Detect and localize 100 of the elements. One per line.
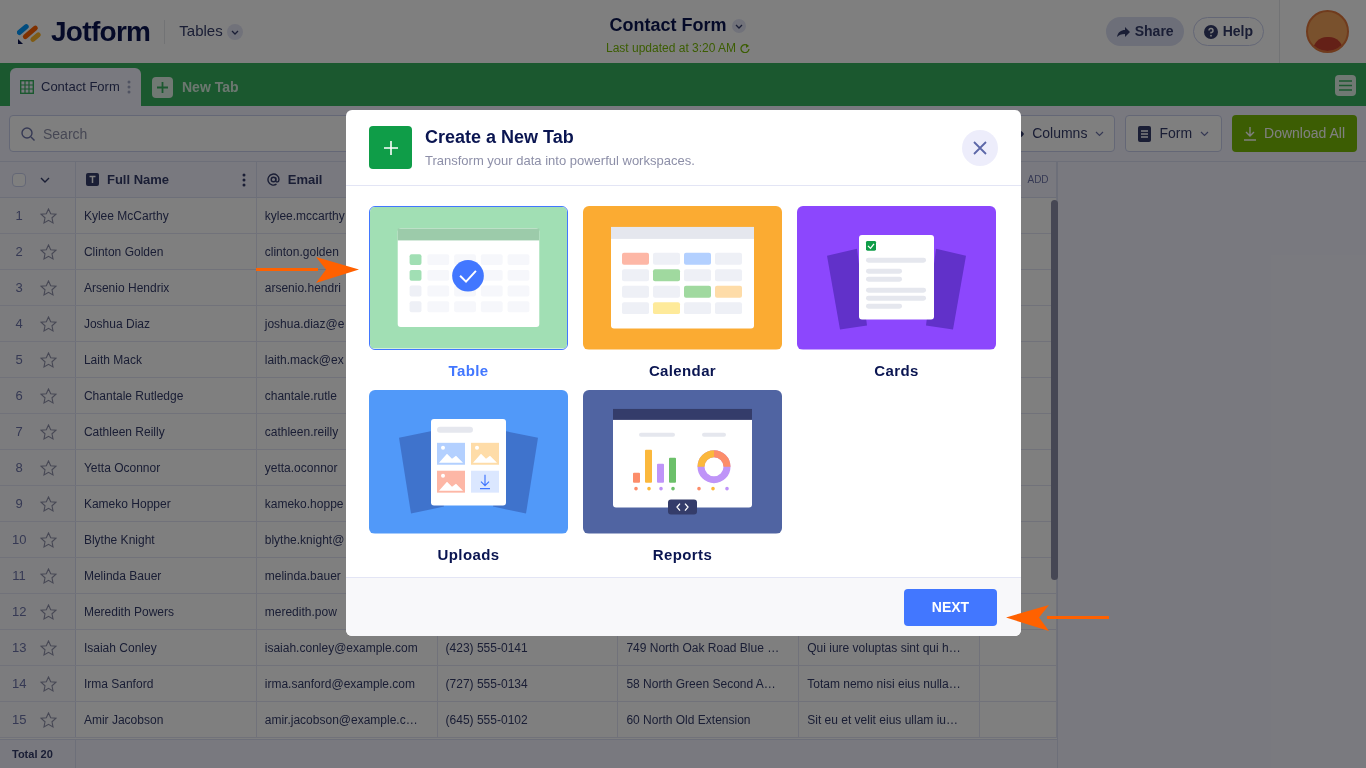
table-cell-text: melinda.bauer [264,567,341,585]
product-name: Tables [179,21,223,42]
share-icon [1115,25,1130,38]
star-icon[interactable] [40,495,57,512]
star-icon[interactable] [40,459,57,476]
table-cell-text: Kameko Hopper [83,495,171,513]
tab-type-option[interactable]: Reports [583,390,782,566]
form-title[interactable]: Contact Form [609,12,727,39]
row-number: 3 [14,278,24,297]
table-cell-text: Irma Sanford [83,675,154,693]
star-icon[interactable] [40,675,57,692]
form-button[interactable]: Form [1125,115,1223,152]
table-cell-text: 58 North Green Second A… [626,675,776,693]
option-label: Reports [652,544,713,565]
total-count: Total 20 [12,746,53,762]
table-cell-text: blythe.knight@ [264,531,345,549]
logo-text: Jotform [51,14,151,49]
table-cell-text: Clinton Golden [83,243,164,261]
row-number: 14 [12,674,26,693]
table-cell-text: isaiah.conley@example.com [264,639,418,657]
document-icon [1138,125,1152,142]
row-number: 4 [14,314,24,333]
table-cell-text: Laith Mack [83,351,142,369]
table-cell-text: Cathleen Reilly [83,423,165,441]
chevron-down-icon [40,176,50,183]
select-all-checkbox[interactable] [12,172,26,187]
table-cell-text: yetta.oconnor [264,459,338,477]
next-button[interactable]: NEXT [904,588,997,626]
search-icon [21,127,35,141]
star-icon[interactable] [40,531,57,548]
last-updated-text: Last updated at 3:20 AM [606,40,737,57]
table-cell-text: Arsenio Hendrix [83,279,170,297]
row-number: 10 [12,530,26,549]
star-icon[interactable] [40,387,57,404]
chevron-down-icon [730,17,747,34]
dialog-subtitle: Transform your data into powerful workspaces. [425,152,695,171]
table-cell-text: kameko.hoppe [264,495,344,513]
table-cell-text: joshua.diaz@e [264,315,345,333]
table-cell-text: kylee.mccarthy [264,207,345,225]
table-cell-text: clinton.golden [264,243,339,261]
star-icon[interactable] [40,423,57,440]
tab-type-option[interactable]: Table [369,206,568,382]
row-number: 9 [14,494,24,513]
table-cell-text: Amir Jacobson [83,711,164,729]
option-label: Table [448,360,489,381]
star-icon[interactable] [40,279,57,296]
help-icon [1203,24,1218,39]
menu-icon [1339,80,1352,91]
star-icon[interactable] [40,711,57,728]
close-button[interactable] [962,129,998,166]
tab-label: Contact Form [41,78,120,97]
star-icon[interactable] [40,315,57,332]
at-sign-icon [266,173,280,186]
product-switcher[interactable]: Tables [179,20,243,43]
table-cell-text: Yetta Oconnor [83,459,161,477]
table-cell-text: Joshua Diaz [83,315,150,333]
star-icon[interactable] [40,603,57,620]
table-cell-text: (645) 555-0102 [445,711,528,729]
star-icon[interactable] [40,351,57,368]
table-cell-text: 749 North Oak Road Blue … [626,639,780,657]
column-header[interactable]: Full Name [75,162,257,197]
plus-icon [369,126,412,169]
chevron-down-icon [226,23,243,40]
option-label: Cards [874,360,919,381]
row-number: 7 [14,422,24,441]
row-number: 15 [12,710,26,729]
menu-button[interactable] [1335,75,1356,96]
row-number: 2 [14,242,24,261]
star-icon[interactable] [40,639,57,656]
table-cell-text: laith.mack@ex [264,351,344,369]
row-number: 5 [14,350,24,369]
tab-type-option[interactable]: Calendar [583,206,782,382]
user-avatar[interactable] [1306,10,1349,53]
table-cell-text: amir.jacobson@example.c… [264,711,418,729]
tab-type-option[interactable]: Cards [797,206,996,382]
table-cell-text: Qui iure voluptas sint qui h… [807,639,961,657]
chevron-down-icon [1200,130,1210,137]
column-label: Email [287,170,323,189]
row-number: 6 [14,386,24,405]
tab[interactable]: Contact Form [10,68,141,106]
row-number: 12 [12,602,26,621]
star-icon[interactable] [40,567,57,584]
table-cell-text: 60 North Old Extension [626,711,751,729]
chevron-down-icon [1095,130,1105,137]
star-icon[interactable] [40,207,57,224]
download-icon [1244,126,1257,141]
table-cell-text: Isaiah Conley [83,639,157,657]
table-cell-text: Blythe Knight [83,531,155,549]
tab-type-option[interactable]: Uploads [369,390,568,566]
table-cell-text: Totam nemo nisi eius nulla… [807,675,961,693]
table-cell-text: (423) 555-0141 [445,639,528,657]
share-button[interactable]: Share [1105,17,1184,46]
table-cell-text: arsenio.hendri [264,279,341,297]
table-cell-text: Chantale Rutledge [83,387,184,405]
table-cell-text: chantale.rutle [264,387,337,405]
scrollbar-thumb[interactable] [1051,200,1058,580]
option-label: Uploads [437,544,500,565]
star-icon[interactable] [40,243,57,260]
close-icon [973,140,987,155]
table-cell-text: (727) 555-0134 [445,675,528,693]
